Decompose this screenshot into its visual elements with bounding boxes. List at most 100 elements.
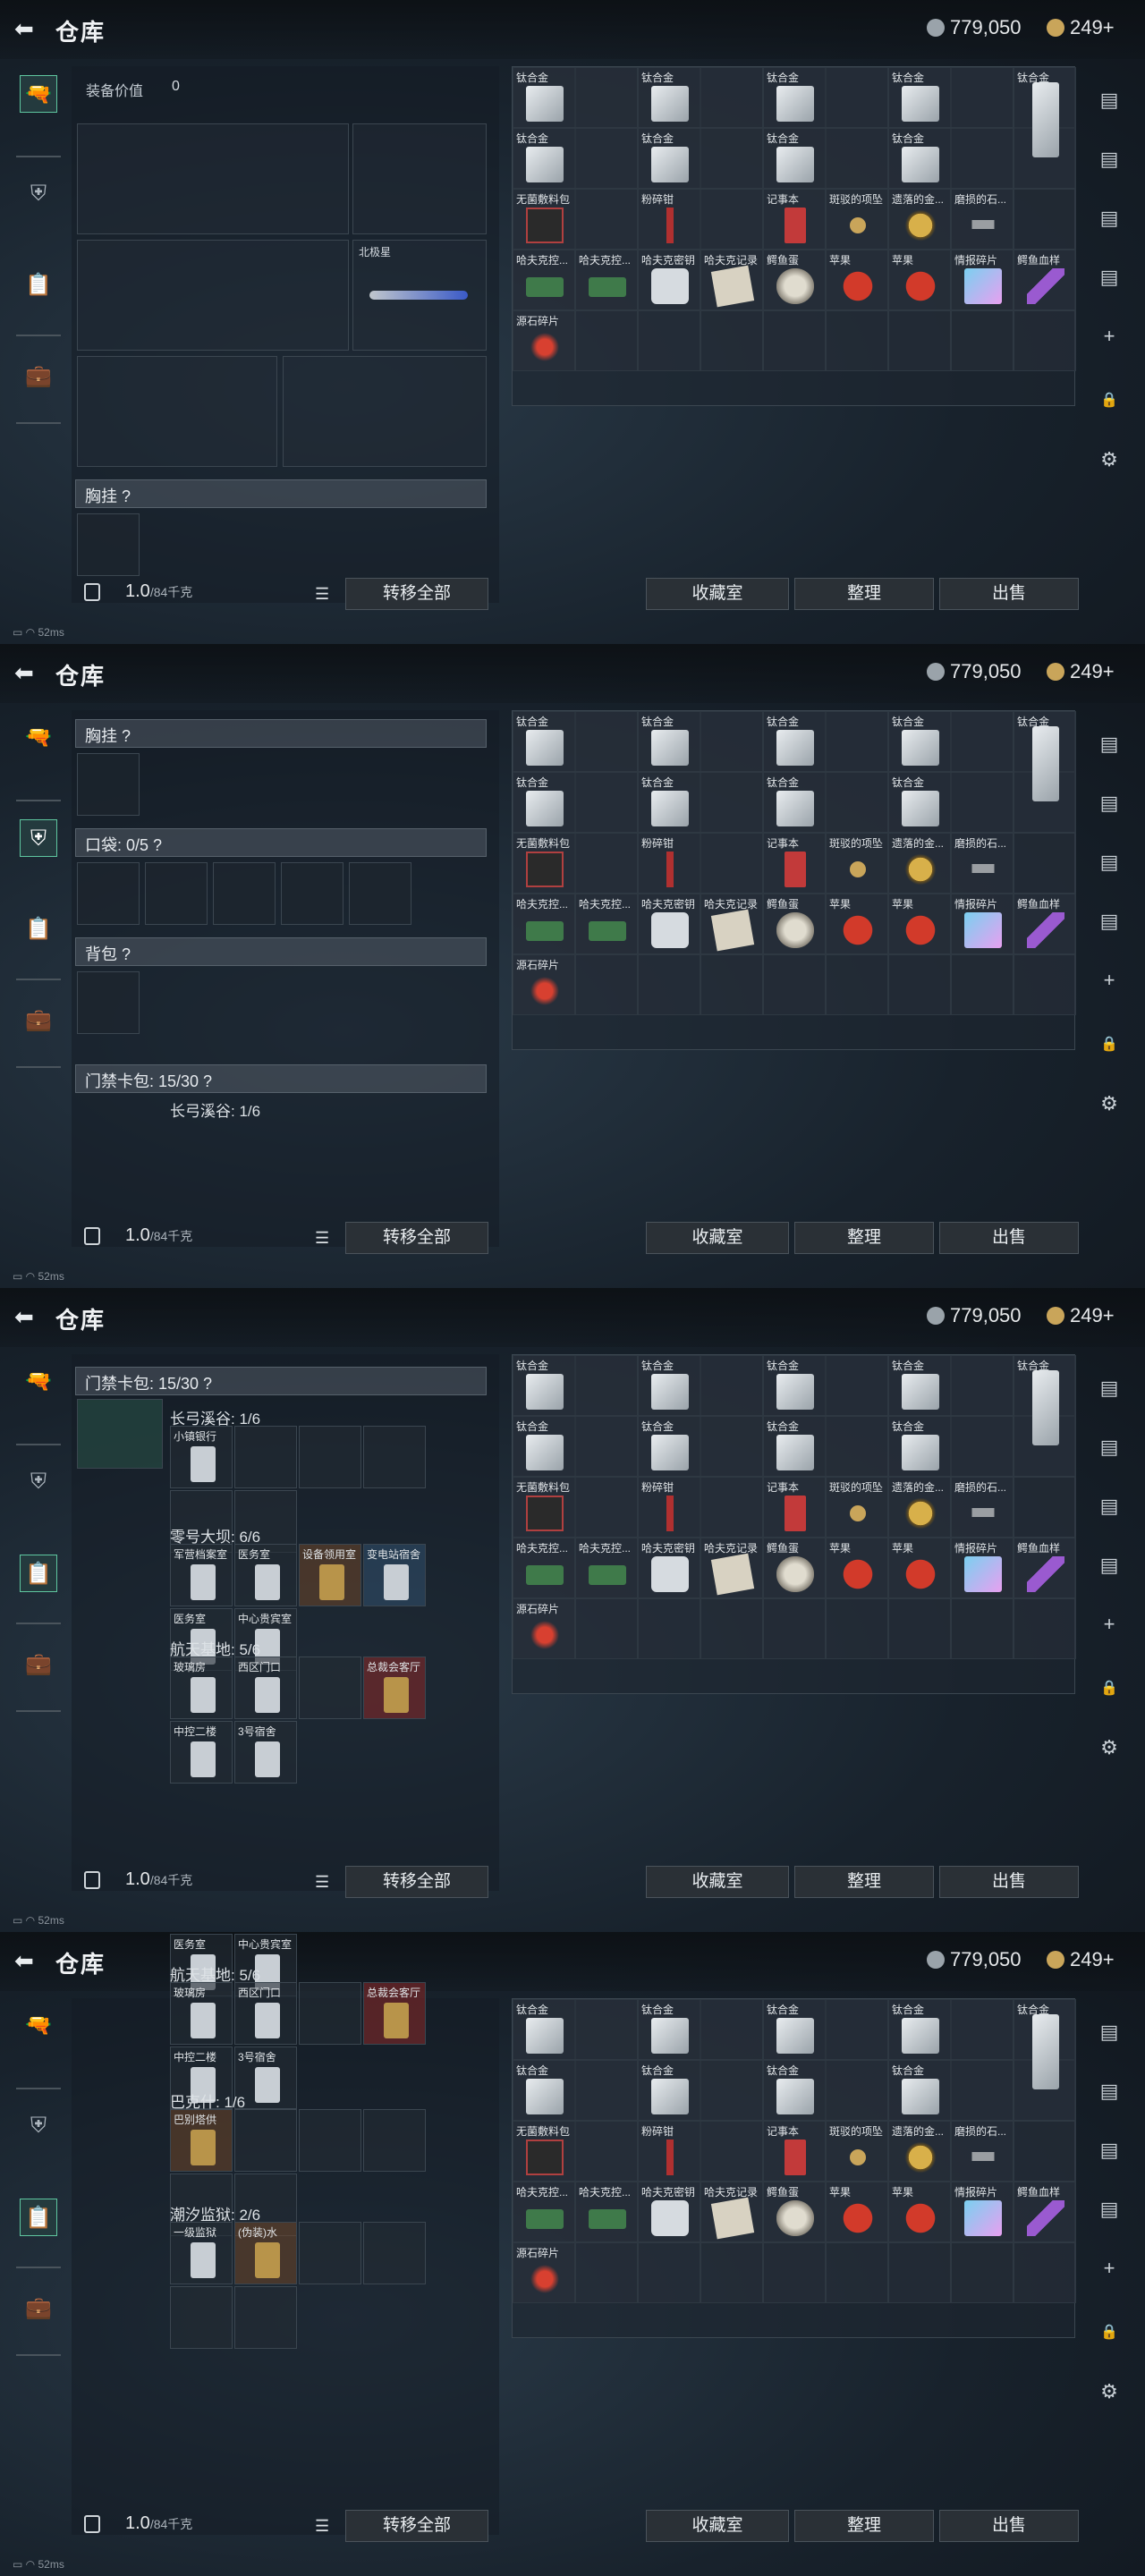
keycard-slot[interactable] [363, 1426, 426, 1488]
storage-item[interactable]: 哈夫克记录 [700, 894, 763, 954]
storage-page-icon[interactable]: ▤ [1091, 2132, 1127, 2168]
storage-item[interactable]: 钛合金 [513, 772, 638, 833]
case-tab-icon[interactable]: 💼 [20, 2290, 57, 2327]
storage-slot[interactable] [1014, 2121, 1076, 2182]
storage-slot[interactable] [638, 310, 700, 371]
storage-item[interactable]: 鳄鱼血样 [1014, 2182, 1076, 2242]
storage-item[interactable]: 鳄鱼蛋 [763, 2182, 826, 2242]
storage-page-icon[interactable]: ▤ [1091, 1488, 1127, 1524]
keycard-slot[interactable]: 变电站宿舍 [363, 1544, 426, 1606]
storage-item[interactable]: 记事本 [763, 189, 826, 250]
storage-slot[interactable] [888, 310, 951, 371]
storage-slot[interactable] [638, 954, 700, 1015]
keycard-tab-icon[interactable]: 📋 [20, 1555, 57, 1592]
storage-item[interactable]: 钛合金 [638, 1416, 763, 1477]
storage-item[interactable]: 钛合金 [638, 1355, 763, 1416]
sell-button[interactable]: 出售 [939, 2510, 1079, 2542]
storage-item[interactable]: 钛合金 [513, 711, 638, 772]
storage-item[interactable]: 情报碎片 [951, 894, 1014, 954]
storage-item[interactable]: 情报碎片 [951, 250, 1014, 310]
storage-item[interactable]: 钛合金 [638, 2060, 763, 2121]
storage-item[interactable]: 哈夫克控... [513, 1538, 575, 1598]
storage-item[interactable]: 无菌敷料包 [513, 189, 638, 250]
back-arrow-icon[interactable]: ⬅ [14, 1304, 39, 1329]
add-page-icon[interactable]: + [1091, 2250, 1127, 2286]
storage-page-icon[interactable]: ▤ [1091, 785, 1127, 821]
storage-item[interactable]: 苹果 [888, 1538, 951, 1598]
storage-item[interactable]: 鳄鱼血样 [1014, 894, 1076, 954]
case-tab-icon[interactable]: 💼 [20, 358, 57, 395]
transfer-all-button[interactable]: 转移全部 [345, 1866, 488, 1898]
sort-button[interactable]: 整理 [794, 578, 934, 610]
keycard-slot[interactable]: 一级监狱 [170, 2222, 233, 2284]
pocket-slot[interactable] [77, 862, 140, 925]
storage-slot[interactable] [700, 310, 763, 371]
storage-item[interactable]: 粉碎钳 [638, 189, 763, 250]
storage-item[interactable]: 源石碎片 [513, 1598, 575, 1659]
gear-icon[interactable]: ⚙ [1091, 1086, 1127, 1122]
storage-slot[interactable] [1014, 310, 1076, 371]
weapon-tab-icon[interactable]: 🔫 [20, 75, 57, 113]
storage-page-icon[interactable]: ▤ [1091, 2073, 1127, 2109]
storage-item[interactable]: 情报碎片 [951, 2182, 1014, 2242]
keycard-slot[interactable] [299, 2109, 361, 2172]
storage-item[interactable]: 苹果 [888, 250, 951, 310]
storage-slot[interactable] [700, 1598, 763, 1659]
sell-button[interactable]: 出售 [939, 1222, 1079, 1254]
storage-item[interactable]: 钛合金 [638, 772, 763, 833]
storage-item[interactable]: 遗落的金... [888, 833, 951, 894]
storage-item[interactable]: 无菌敷料包 [513, 2121, 638, 2182]
storage-slot[interactable] [638, 1598, 700, 1659]
storage-item[interactable]: 斑驳的项坠 [826, 1477, 888, 1538]
keycard-tab-icon[interactable]: 📋 [20, 267, 57, 304]
storage-item[interactable]: 钛合金 [888, 1355, 1014, 1416]
keycard-slot[interactable]: 总裁会客厅 [363, 1982, 426, 2045]
back-arrow-icon[interactable]: ⬅ [14, 660, 39, 685]
sort-button[interactable]: 整理 [794, 2510, 934, 2542]
gear-icon[interactable]: ⚙ [1091, 2374, 1127, 2410]
storage-item[interactable]: 哈夫克控... [513, 894, 575, 954]
keycard-slot[interactable]: 巴别塔供 [170, 2109, 233, 2172]
storage-page-icon[interactable]: ▤ [1091, 1547, 1127, 1583]
transfer-all-button[interactable]: 转移全部 [345, 2510, 488, 2542]
storage-slot[interactable] [888, 954, 951, 1015]
keycard-slot[interactable] [170, 2286, 233, 2349]
storage-slot[interactable] [1014, 1477, 1076, 1538]
lock-icon[interactable]: 🔒 [1091, 383, 1127, 419]
silver-balance[interactable]: 779,050 [927, 1304, 1022, 1327]
pocket-slot[interactable] [213, 862, 276, 925]
keycard-slot[interactable]: 西区门口 [234, 1982, 297, 2045]
storage-item[interactable]: 钛合金 [513, 1999, 638, 2060]
storage-slot[interactable] [951, 1598, 1014, 1659]
storage-item[interactable]: 源石碎片 [513, 310, 575, 371]
storage-slot[interactable] [1014, 2242, 1076, 2303]
storage-slot[interactable] [826, 310, 888, 371]
storage-item[interactable]: 哈夫克记录 [700, 2182, 763, 2242]
sell-button[interactable]: 出售 [939, 578, 1079, 610]
collection-button[interactable]: 收藏室 [646, 1222, 789, 1254]
storage-slot[interactable] [575, 310, 638, 371]
storage-item[interactable]: 粉碎钳 [638, 833, 763, 894]
armor-tab-icon[interactable]: ⛨ [20, 2107, 57, 2145]
gold-balance[interactable]: 249+ [1047, 1948, 1115, 1971]
keycard-slot[interactable]: (伪装)水 [234, 2222, 297, 2284]
storage-item[interactable]: 苹果 [888, 894, 951, 954]
gold-balance[interactable]: 249+ [1047, 660, 1115, 683]
storage-page-icon[interactable]: ▤ [1091, 259, 1127, 295]
storage-item[interactable]: 钛合金 [638, 128, 763, 189]
storage-page-icon[interactable]: ▤ [1091, 726, 1127, 762]
storage-item[interactable]: 鳄鱼蛋 [763, 894, 826, 954]
sort-button[interactable]: 整理 [794, 1222, 934, 1254]
storage-item[interactable]: 钛合金 [888, 67, 1014, 128]
storage-item[interactable]: 哈夫克控... [575, 2182, 638, 2242]
storage-item[interactable]: 钛合金 [1014, 711, 1076, 833]
storage-slot[interactable] [888, 2242, 951, 2303]
storage-item[interactable]: 哈夫克控... [575, 250, 638, 310]
storage-item[interactable]: 钛合金 [888, 2060, 1014, 2121]
add-page-icon[interactable]: + [1091, 1606, 1127, 1642]
storage-item[interactable]: 钛合金 [1014, 67, 1076, 189]
primary-weapon-slot[interactable] [77, 123, 349, 234]
storage-item[interactable]: 粉碎钳 [638, 1477, 763, 1538]
storage-item[interactable]: 钛合金 [888, 1999, 1014, 2060]
keycard-tab-icon[interactable]: 📋 [20, 911, 57, 948]
